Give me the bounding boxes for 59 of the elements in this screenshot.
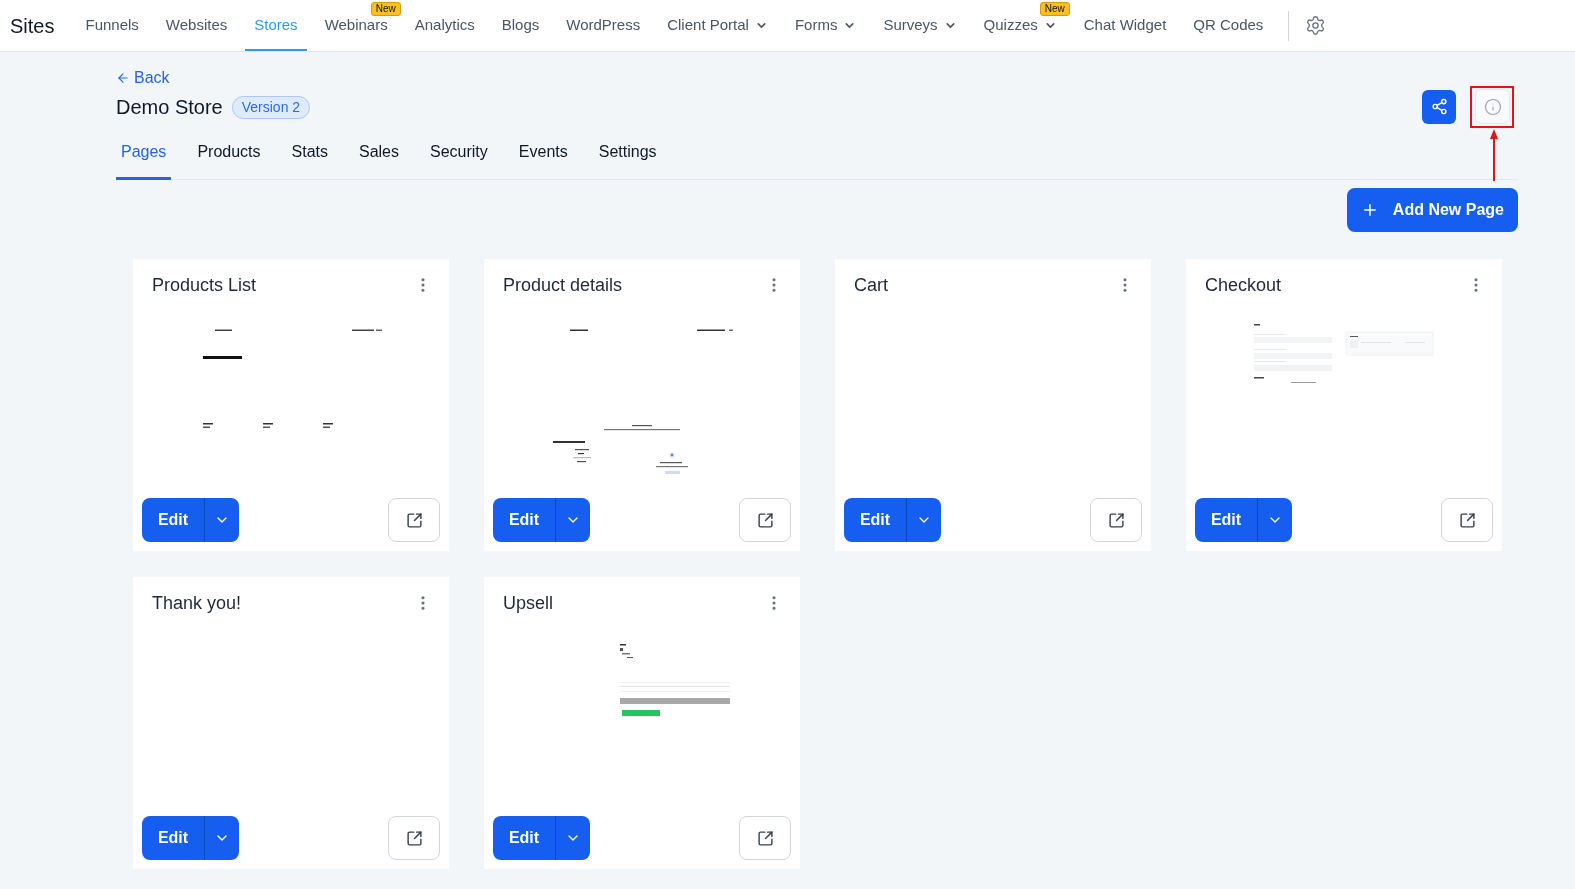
open-page-button[interactable] [739,816,791,860]
tab[interactable]: Products [192,138,266,180]
external-link-icon [756,511,774,529]
edit-button[interactable]: Edit [142,498,204,542]
page-title: Upsell [503,592,554,615]
edit-button[interactable]: Edit [142,816,204,860]
new-label: New [370,2,401,16]
external-link-icon [756,829,774,847]
add-new-page-button[interactable]: Add New Page [1346,188,1518,232]
nav-item[interactable]: Forms [785,2,866,51]
edit-options-button[interactable] [1257,498,1292,542]
edit-options-button[interactable] [204,498,239,542]
external-link-icon [405,511,423,529]
nav-item[interactable]: Surveys [874,2,966,51]
edit-options-button[interactable] [555,498,590,542]
share-icon [1430,98,1448,115]
edit-button[interactable]: Edit [493,816,555,860]
edit-options-button[interactable] [555,816,590,860]
tab[interactable]: Security [425,138,493,180]
new-label: New [1039,2,1070,16]
open-page-button[interactable] [388,816,440,860]
page-title: Product details [503,274,623,297]
share-button[interactable] [1422,89,1456,124]
open-page-button[interactable] [739,498,791,542]
tab[interactable]: Pages [116,138,172,180]
external-link-icon [1107,511,1125,529]
nav-item[interactable]: QR Codes [1184,2,1273,51]
version-label: Version 2 [231,95,311,119]
nav-item[interactable]: WordPress [557,2,650,51]
external-link-icon [1458,511,1476,529]
nav-item[interactable]: Blogs [492,2,549,51]
tab[interactable]: Settings [593,138,662,180]
open-page-button[interactable] [1441,498,1493,542]
back-link[interactable]: Back [116,68,170,88]
edit-button[interactable]: Edit [493,498,555,542]
nav-item[interactable]: Funnels [76,2,148,51]
settings-icon[interactable] [1305,15,1327,36]
tab[interactable]: Sales [354,138,404,180]
nav-item[interactable]: Client Portal [658,2,777,51]
store-title: Demo Store [116,95,223,120]
page-title: Thank you! [152,592,242,615]
edit-button[interactable]: Edit [844,498,906,542]
annotation-arrow [1490,129,1498,181]
tab[interactable]: Stats [286,138,333,180]
open-page-button[interactable] [388,498,440,542]
app-title: Sites [10,13,55,39]
nav-item[interactable]: Analytics [405,2,484,51]
edit-button[interactable]: Edit [1195,498,1257,542]
page-title: Cart [854,274,888,297]
page-title: Checkout [1205,274,1282,297]
tab[interactable]: Events [513,138,573,180]
external-link-icon [405,829,423,847]
edit-options-button[interactable] [204,816,239,860]
nav-item[interactable]: Chat Widget [1074,2,1176,51]
page-title: Products List [152,274,257,297]
info-icon [1483,97,1502,116]
open-page-button[interactable] [1090,498,1142,542]
nav-item[interactable]: Websites [156,2,237,51]
edit-options-button[interactable] [906,498,941,542]
